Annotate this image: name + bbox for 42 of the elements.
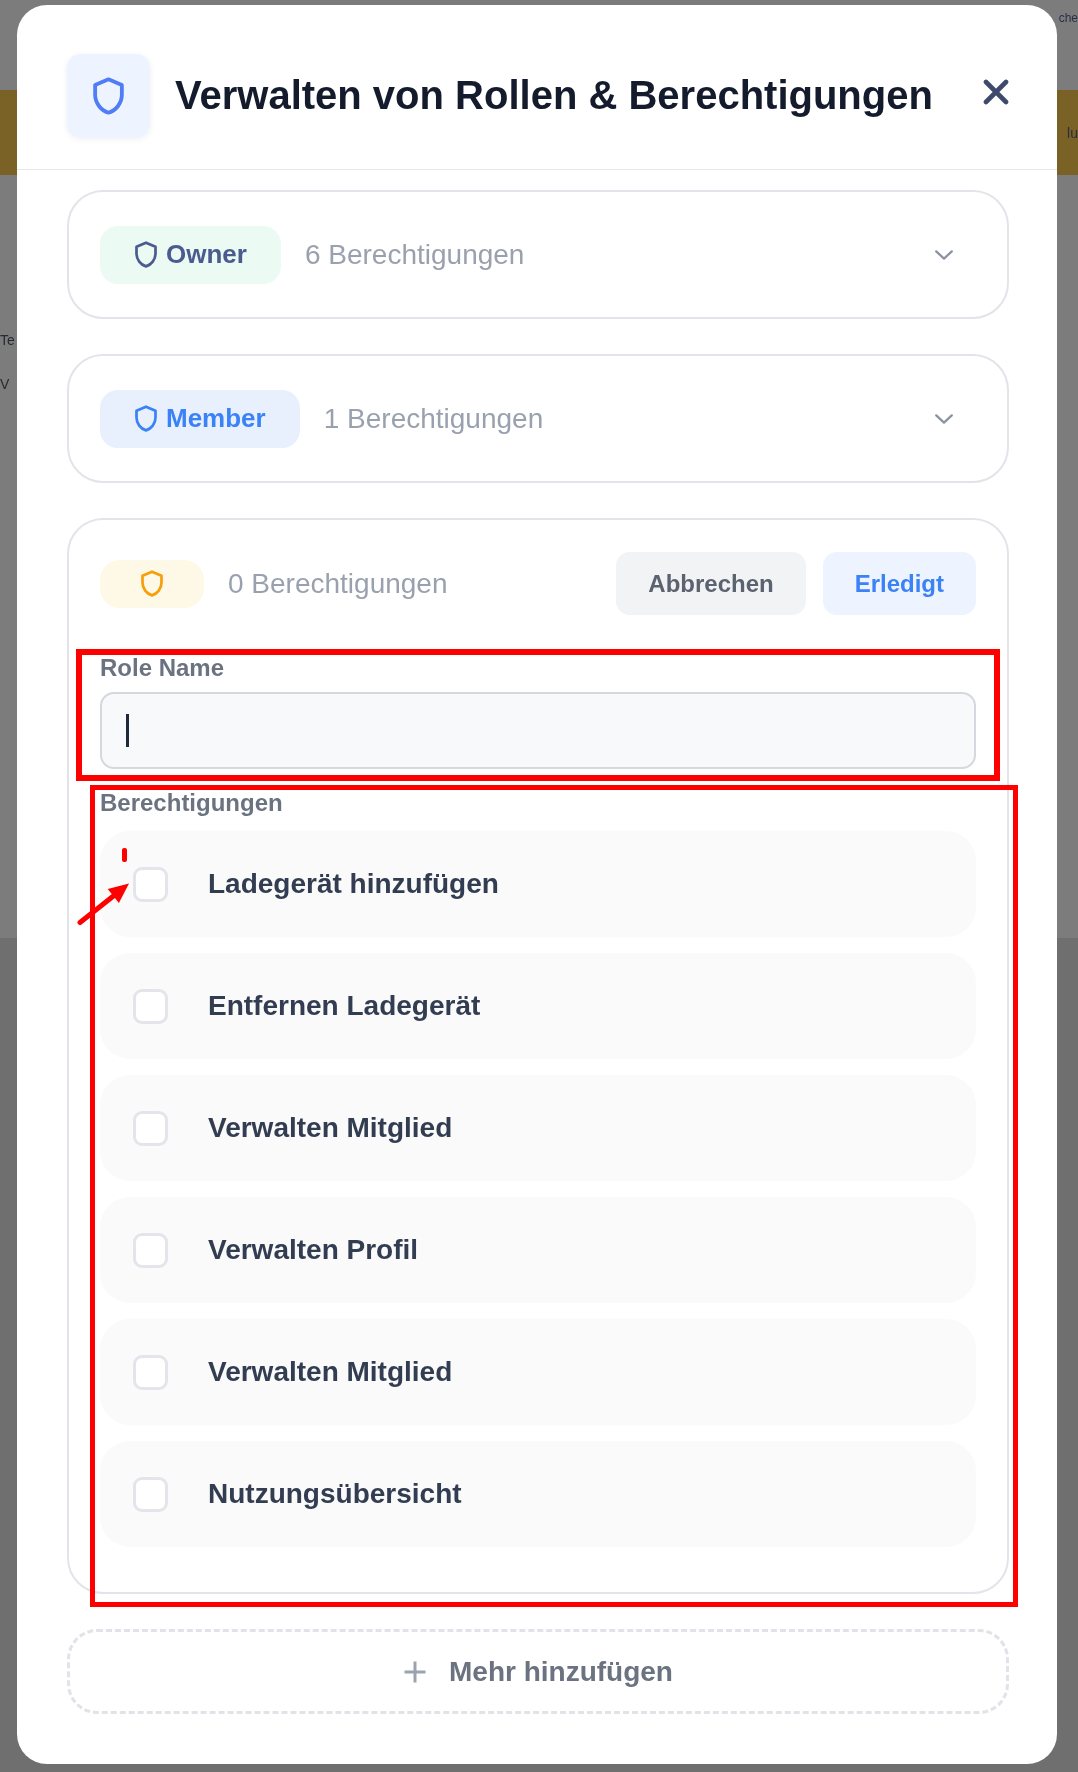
background-text: Te (0, 331, 15, 350)
permission-count: 6 Berechtigungen (304, 238, 526, 271)
field-label: Role Name (100, 656, 226, 680)
permission-label: Ladegerät hinzufügen (208, 868, 499, 900)
permission-label: Nutzungsübersicht (208, 1478, 462, 1510)
checkbox[interactable] (133, 1476, 168, 1512)
checkbox[interactable] (133, 988, 168, 1024)
close-icon (983, 78, 1009, 105)
background-text: lu (1067, 123, 1078, 143)
annotation-mark (122, 848, 127, 862)
permission-row[interactable]: Verwalten Mitglied (100, 1075, 976, 1181)
role-card[interactable]: Owner 6 Berechtigungen (67, 190, 1009, 319)
text-cursor-icon (126, 714, 129, 747)
close-button[interactable] (983, 78, 1009, 105)
permission-label: Verwalten Profil (208, 1234, 419, 1266)
checkbox[interactable] (133, 1110, 168, 1146)
permission-label: Verwalten Mitglied (208, 1356, 453, 1388)
shield-icon (67, 54, 150, 137)
permission-label: Verwalten Mitglied (208, 1112, 453, 1144)
permission-row[interactable]: Verwalten Mitglied (100, 1319, 976, 1425)
chevron-down-icon (935, 249, 953, 260)
permission-count: 0 Berechtigungen (228, 567, 449, 600)
permission-row[interactable]: Verwalten Profil (100, 1197, 976, 1303)
permission-count: 1 Berechtigungen (323, 402, 545, 435)
checkbox[interactable] (133, 866, 168, 902)
section-label: Berechtigungen (100, 791, 284, 815)
permission-label: Entfernen Ladegerät (208, 990, 481, 1022)
checkbox[interactable] (133, 1354, 168, 1390)
chevron-down-icon (935, 413, 953, 424)
background-text: che (1058, 10, 1078, 27)
role-name: Owner (166, 239, 247, 270)
dialog-title: Verwalten von Rollen & Berechtigungen (175, 73, 934, 118)
input-field[interactable] (100, 692, 976, 769)
permission-row[interactable]: Entfernen Ladegerät (100, 953, 976, 1059)
role-name: Member (166, 403, 266, 434)
permission-row[interactable]: Ladegerät hinzufügen (100, 831, 976, 937)
permission-row[interactable]: Nutzungsübersicht (100, 1441, 976, 1547)
checkbox[interactable] (133, 1232, 168, 1268)
background-text: V (0, 375, 10, 394)
plus-icon (403, 1659, 427, 1684)
add-more-button[interactable]: Mehr hinzufügen (67, 1629, 1009, 1714)
cancel-button[interactable]: Abbrechen (616, 552, 806, 615)
